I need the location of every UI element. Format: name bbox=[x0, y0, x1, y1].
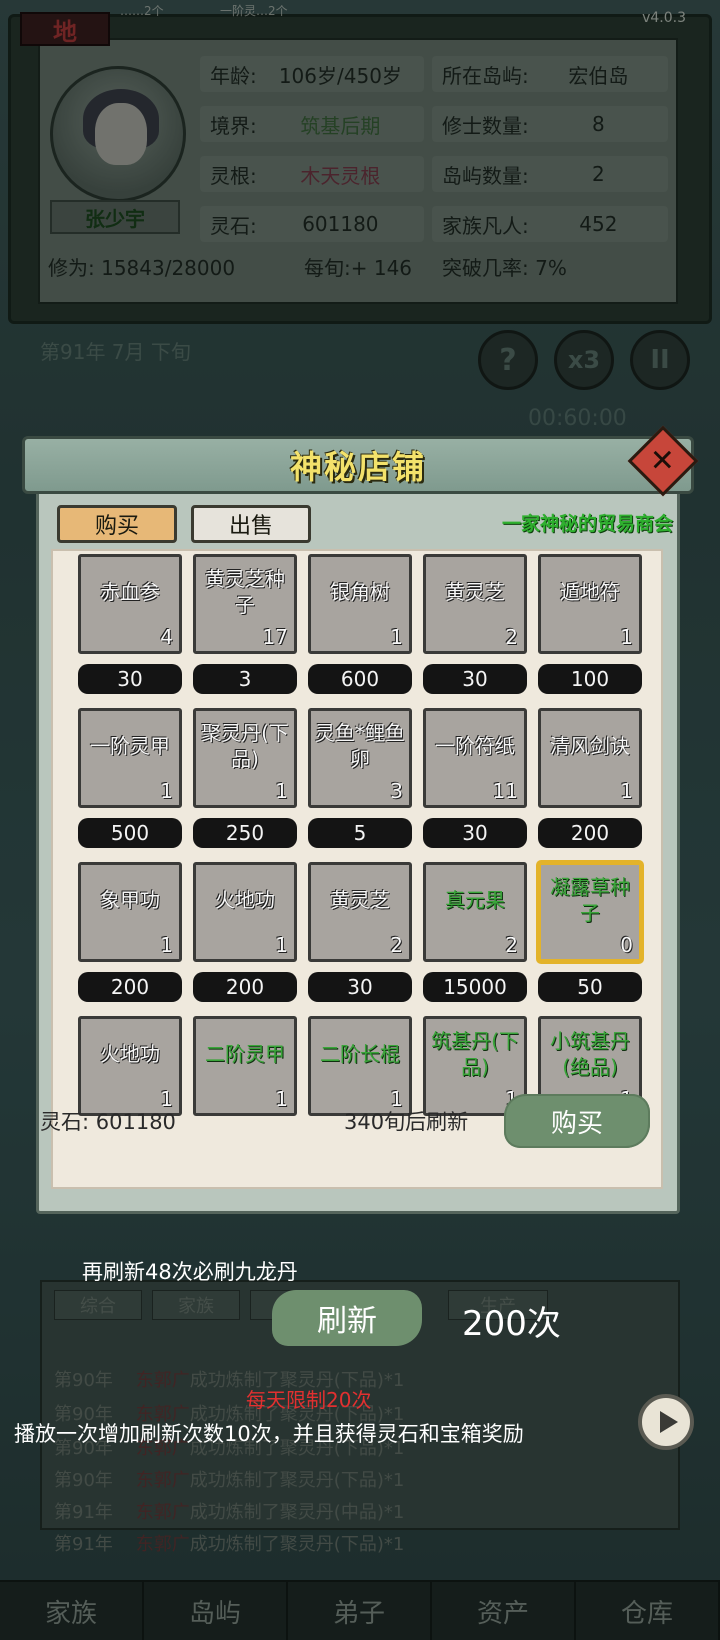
shop-item[interactable]: 一阶符纸 11 bbox=[423, 708, 527, 808]
shop-item[interactable]: 黄灵芝 2 bbox=[308, 862, 412, 962]
close-icon: ✕ bbox=[650, 443, 676, 479]
play-ad-button[interactable] bbox=[638, 1394, 694, 1450]
shop-item[interactable]: 赤血参 4 bbox=[78, 554, 182, 654]
shop-title: 神秘店铺 bbox=[289, 448, 426, 486]
item-quantity: 2 bbox=[390, 933, 403, 957]
refresh-count: 200次 bbox=[462, 1304, 561, 1344]
shop-item[interactable]: 二阶长棍 1 bbox=[308, 1016, 412, 1116]
item-price: 30 bbox=[423, 818, 527, 848]
stone-balance: 灵石: 601180 bbox=[40, 1110, 176, 1134]
shop-item[interactable]: 火地功 1 bbox=[78, 1016, 182, 1116]
refresh-countdown: 340旬后刷新 bbox=[344, 1110, 469, 1134]
item-quantity: 0 bbox=[620, 933, 633, 957]
item-name: 小筑基丹(绝品) bbox=[550, 1029, 630, 1079]
item-quantity: 11 bbox=[492, 779, 518, 803]
refresh-guarantee-hint: 再刷新48次必刷九龙丹 bbox=[82, 1260, 298, 1284]
item-price: 200 bbox=[78, 972, 182, 1002]
item-name: 真元果 bbox=[445, 888, 505, 912]
item-name: 一阶灵甲 bbox=[90, 734, 170, 758]
item-price: 15000 bbox=[423, 972, 527, 1002]
item-quantity: 1 bbox=[620, 779, 633, 803]
item-quantity: 17 bbox=[262, 625, 288, 649]
shop-item[interactable]: 灵鱼*鲤鱼卵 3 bbox=[308, 708, 412, 808]
item-name: 象甲功 bbox=[100, 888, 160, 912]
shop-title-bar: 神秘店铺 bbox=[22, 436, 694, 494]
item-name: 遁地符 bbox=[560, 580, 620, 604]
item-quantity: 1 bbox=[160, 779, 173, 803]
item-quantity: 3 bbox=[390, 779, 403, 803]
item-quantity: 1 bbox=[275, 779, 288, 803]
item-price: 200 bbox=[538, 818, 642, 848]
item-price: 50 bbox=[538, 972, 642, 1002]
shop-item[interactable]: 真元果 2 bbox=[423, 862, 527, 962]
tab-sell[interactable]: 出售 bbox=[191, 505, 311, 543]
shop-item[interactable]: 清风剑诀 1 bbox=[538, 708, 642, 808]
shop-item[interactable]: 黄灵芝 2 bbox=[423, 554, 527, 654]
item-name: 聚灵丹(下品) bbox=[201, 721, 289, 771]
item-name: 黄灵芝种子 bbox=[205, 567, 285, 617]
item-quantity: 4 bbox=[160, 625, 173, 649]
shop-subtitle: 一家神秘的贸易商会 bbox=[501, 513, 673, 535]
shop-item[interactable]: 二阶灵甲 1 bbox=[193, 1016, 297, 1116]
item-name: 银角树 bbox=[330, 580, 390, 604]
item-name: 二阶长棍 bbox=[320, 1042, 400, 1066]
item-name: 火地功 bbox=[100, 1042, 160, 1066]
item-name: 火地功 bbox=[215, 888, 275, 912]
refresh-button[interactable]: 刷新 bbox=[272, 1290, 422, 1346]
item-price: 30 bbox=[308, 972, 412, 1002]
item-name: 一阶符纸 bbox=[435, 734, 515, 758]
item-name: 凝露草种子 bbox=[550, 875, 630, 925]
shop-item[interactable]: 黄灵芝种子 17 bbox=[193, 554, 297, 654]
tab-buy[interactable]: 购买 bbox=[57, 505, 177, 543]
item-quantity: 2 bbox=[505, 625, 518, 649]
item-quantity: 1 bbox=[275, 933, 288, 957]
item-quantity: 1 bbox=[160, 933, 173, 957]
item-price: 250 bbox=[193, 818, 297, 848]
shop-item[interactable]: 聚灵丹(下品) 1 bbox=[193, 708, 297, 808]
shop-item[interactable]: 遁地符 1 bbox=[538, 554, 642, 654]
shop-item[interactable]: 火地功 1 bbox=[193, 862, 297, 962]
shop-item[interactable]: 银角树 1 bbox=[308, 554, 412, 654]
daily-limit-text: 每天限制20次 bbox=[246, 1388, 372, 1412]
item-name: 筑基丹(下品) bbox=[431, 1029, 519, 1079]
item-name: 黄灵芝 bbox=[445, 580, 505, 604]
item-price: 5 bbox=[308, 818, 412, 848]
item-price: 3 bbox=[193, 664, 297, 694]
shop-item[interactable]: 一阶灵甲 1 bbox=[78, 708, 182, 808]
item-price: 30 bbox=[423, 664, 527, 694]
item-name: 二阶灵甲 bbox=[205, 1042, 285, 1066]
play-icon bbox=[659, 1411, 678, 1433]
item-quantity: 2 bbox=[505, 933, 518, 957]
item-price: 200 bbox=[193, 972, 297, 1002]
item-quantity: 1 bbox=[275, 1087, 288, 1111]
item-quantity: 1 bbox=[620, 625, 633, 649]
item-name: 黄灵芝 bbox=[330, 888, 390, 912]
shop-item[interactable]: 凝露草种子 0 bbox=[538, 862, 642, 962]
item-name: 赤血参 bbox=[100, 580, 160, 604]
item-price: 30 bbox=[78, 664, 182, 694]
buy-button[interactable]: 购买 bbox=[504, 1094, 650, 1148]
shop-item[interactable]: 象甲功 1 bbox=[78, 862, 182, 962]
item-name: 灵鱼*鲤鱼卵 bbox=[315, 721, 405, 771]
ad-reward-description: 播放一次增加刷新次数10次，并且获得灵石和宝箱奖励 bbox=[14, 1422, 524, 1446]
item-price: 100 bbox=[538, 664, 642, 694]
item-price: 500 bbox=[78, 818, 182, 848]
item-name: 清风剑诀 bbox=[550, 734, 630, 758]
item-price: 600 bbox=[308, 664, 412, 694]
item-quantity: 1 bbox=[390, 625, 403, 649]
